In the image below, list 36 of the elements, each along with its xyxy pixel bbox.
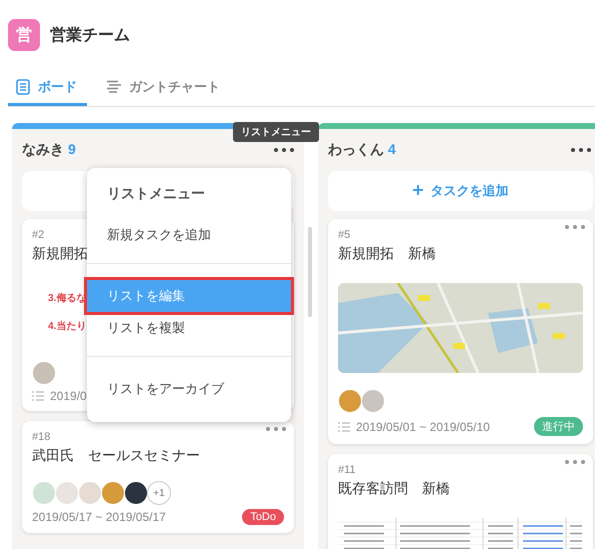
menu-title: リストメニュー	[107, 185, 205, 203]
task-number: #11	[338, 464, 356, 476]
task-number: #18	[32, 431, 50, 443]
list-icon	[16, 78, 30, 94]
list-icon	[338, 422, 350, 432]
task-title: 武田氏 セールスセミナー	[32, 447, 200, 465]
task-title: 既存客訪問 新橋	[338, 480, 450, 498]
task-date: 2019/0	[50, 389, 87, 403]
more-icon[interactable]	[571, 148, 591, 152]
task-date: 2019/05/01 ~ 2019/05/10	[356, 420, 490, 434]
team-name: 営業チーム	[50, 26, 130, 46]
menu-item[interactable]: リストをアーカイブ	[87, 373, 291, 405]
view-tab[interactable]: ガントチャート	[99, 74, 230, 106]
task-card[interactable]: #5 新規開拓 新橋 2019/05/01 ~ 2019/05/10 進行中	[328, 219, 593, 444]
menu-item[interactable]: リストを複製	[87, 312, 291, 344]
status-badge: 進行中	[534, 417, 583, 436]
scrollbar[interactable]	[308, 227, 312, 317]
more-icon[interactable]	[274, 148, 294, 152]
task-title: 新規開拓	[32, 245, 88, 263]
menu-item[interactable]: 新規タスクを追加	[87, 219, 291, 251]
task-number: #5	[338, 229, 350, 241]
tooltip: リストメニュー	[233, 122, 319, 142]
task-date: 2019/05/17 ~ 2019/05/17	[32, 510, 166, 524]
list-name: わっくん 4	[328, 141, 396, 159]
task-card[interactable]: #11 既存客訪問 新橋	[328, 454, 593, 549]
task-title: 新規開拓 新橋	[338, 245, 436, 263]
task-card[interactable]: #18 武田氏 セールスセミナー +1 2019/05/17 ~ 2019/05/17 ToDo	[22, 421, 294, 533]
more-count: +1	[147, 481, 171, 505]
team-logo: 営	[8, 19, 40, 51]
status-badge: ToDo	[242, 509, 284, 525]
task-number: #2	[32, 229, 44, 241]
list-name: なみき 9	[22, 141, 76, 159]
lines-icon	[107, 80, 121, 93]
note-line: 4.当たり	[48, 320, 86, 333]
plus-icon	[412, 185, 422, 195]
list-icon	[32, 391, 44, 401]
